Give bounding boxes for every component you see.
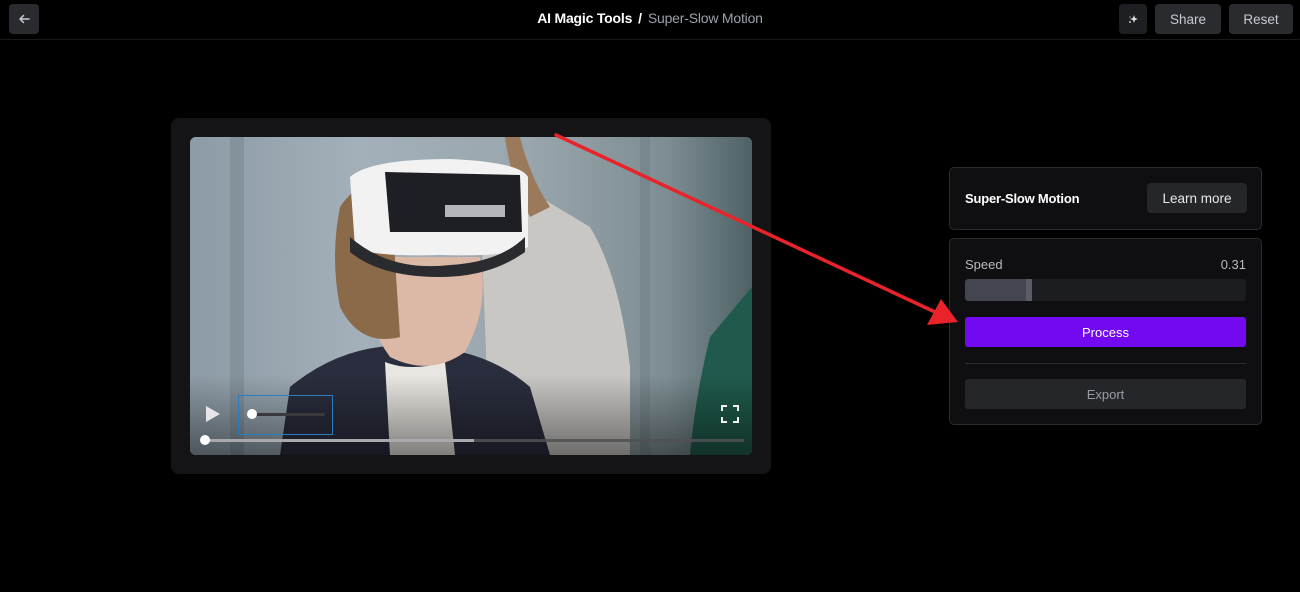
seek-buffered: [204, 439, 474, 442]
tool-info-panel: Super-Slow Motion Learn more: [949, 167, 1262, 230]
tool-title: Super-Slow Motion: [965, 191, 1080, 206]
breadcrumb-current: Super-Slow Motion: [647, 10, 763, 26]
process-button[interactable]: Process: [965, 317, 1246, 347]
learn-more-button[interactable]: Learn more: [1147, 183, 1247, 213]
reset-button[interactable]: Reset: [1229, 4, 1293, 34]
speed-slider[interactable]: [965, 279, 1246, 301]
fullscreen-icon[interactable]: [721, 405, 739, 423]
speed-slider-handle[interactable]: [1026, 279, 1033, 301]
magic-button[interactable]: [1119, 4, 1147, 34]
speed-value: 0.31: [1220, 257, 1246, 272]
top-bar: AI Magic Tools / Super-Slow Motion Share R…: [0, 0, 1300, 40]
seek-handle[interactable]: [200, 435, 210, 445]
volume-slider-handle[interactable]: [247, 409, 257, 419]
video-preview[interactable]: [190, 137, 752, 455]
volume-slider-track[interactable]: [251, 413, 325, 416]
divider: [965, 363, 1246, 364]
settings-panel: Speed 0.31 Process Export: [949, 238, 1262, 425]
breadcrumb-root[interactable]: AI Magic Tools: [537, 10, 632, 26]
seek-bar[interactable]: [204, 439, 744, 442]
speed-slider-fill: [965, 279, 1033, 301]
video-player-frame: [171, 118, 771, 474]
volume-control[interactable]: [238, 395, 333, 435]
breadcrumb-separator: /: [638, 10, 642, 26]
export-button[interactable]: Export: [965, 379, 1246, 409]
speed-label: Speed: [965, 257, 1003, 272]
breadcrumb: AI Magic Tools / Super-Slow Motion: [0, 10, 1300, 26]
play-icon[interactable]: [205, 405, 221, 423]
share-button[interactable]: Share: [1155, 4, 1221, 34]
sparkle-icon: [1129, 15, 1138, 23]
